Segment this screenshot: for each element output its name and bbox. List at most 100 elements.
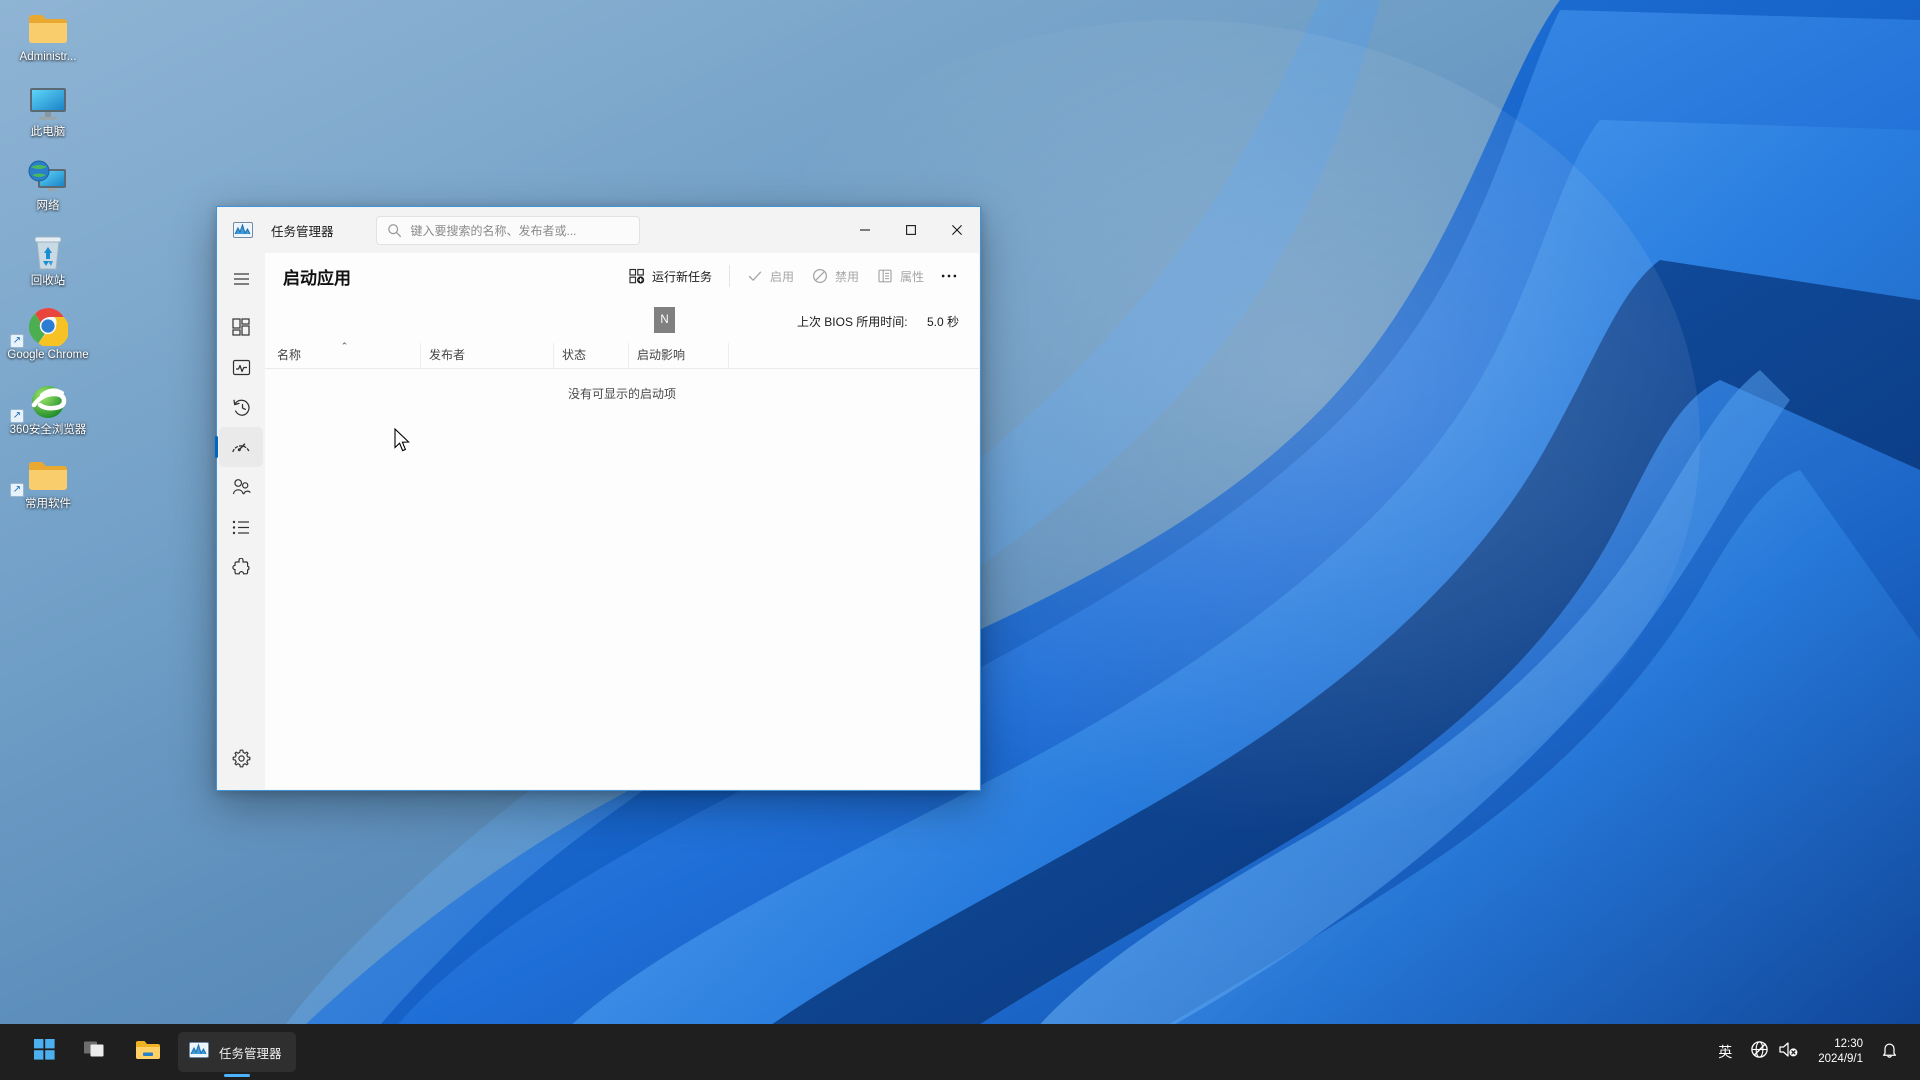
page-toolbar: 启动应用 运行新任务 启用 禁用 属性 bbox=[265, 253, 979, 299]
sidebar-item-app-history[interactable] bbox=[219, 387, 263, 427]
window-titlebar[interactable]: 任务管理器 键入要搜索的名称、发布者或... bbox=[217, 207, 980, 253]
processes-grid-icon bbox=[232, 318, 250, 336]
desktop-icon-label: 此电脑 bbox=[30, 125, 66, 138]
search-placeholder: 键入要搜索的名称、发布者或... bbox=[410, 223, 577, 238]
table-empty-state: 没有可显示的启动项 bbox=[265, 369, 979, 789]
search-input[interactable]: 键入要搜索的名称、发布者或... bbox=[375, 215, 640, 245]
column-header-name[interactable]: ⌃ 名称 bbox=[269, 341, 421, 368]
column-header-label: 发布者 bbox=[429, 348, 466, 362]
startup-apps-gauge-icon bbox=[231, 439, 251, 455]
column-header-label: 启动影响 bbox=[637, 348, 686, 362]
hamburger-menu-icon bbox=[233, 272, 250, 286]
empty-state-message: 没有可显示的启动项 bbox=[567, 387, 676, 401]
maximize-button[interactable] bbox=[888, 207, 934, 253]
volume-muted-icon bbox=[1778, 1040, 1799, 1064]
mouse-cursor bbox=[394, 427, 414, 456]
desktop-icon-network[interactable]: 网络 bbox=[0, 149, 96, 218]
desktop-icon-recycle-bin[interactable]: 回收站 bbox=[0, 224, 96, 293]
desktop-icon-administrator[interactable]: Administr... bbox=[0, 0, 96, 69]
desktop-icon-label: 常用软件 bbox=[25, 498, 71, 510]
users-icon bbox=[232, 478, 251, 496]
new-task-icon bbox=[629, 268, 645, 284]
window-controls bbox=[842, 207, 980, 253]
folder-icon bbox=[135, 1039, 161, 1066]
content-pane: 启动应用 运行新任务 启用 禁用 属性 N 上次 BIOS 所用时间: 5.0 … bbox=[265, 253, 979, 789]
window-title: 任务管理器 bbox=[271, 224, 334, 239]
tray-ime-indicator[interactable]: 英 bbox=[1708, 1032, 1742, 1072]
disable-button[interactable]: 禁用 bbox=[803, 261, 868, 291]
desktop-icon-label: Google Chrome bbox=[7, 349, 89, 361]
sort-ascending-icon: ⌃ bbox=[340, 341, 349, 351]
desktop-icon-google-chrome[interactable]: ↗ Google Chrome bbox=[0, 298, 96, 367]
tray-clock[interactable]: 12:30 2024/9/1 bbox=[1807, 1030, 1874, 1074]
windows-logo-icon bbox=[33, 1039, 55, 1065]
network-offline-icon bbox=[1750, 1040, 1769, 1064]
file-explorer-button[interactable] bbox=[126, 1032, 170, 1072]
sidebar-item-processes[interactable] bbox=[219, 307, 263, 347]
enable-label: 启用 bbox=[769, 269, 794, 284]
desktop-icon-grid: Administr... 此电脑 网络 回收站 ↗ Google Chrome … bbox=[0, 0, 100, 522]
more-options-button[interactable] bbox=[933, 261, 965, 291]
column-header-label: 状态 bbox=[562, 348, 587, 362]
recycle-bin-icon bbox=[0, 229, 96, 275]
bios-time-label: 上次 BIOS 所用时间: bbox=[796, 314, 908, 329]
column-header-startup-impact[interactable]: 启动影响 bbox=[629, 343, 729, 368]
properties-label: 属性 bbox=[899, 269, 924, 284]
tray-status-icons[interactable] bbox=[1742, 1032, 1807, 1072]
shortcut-overlay-icon: ↗ bbox=[10, 334, 24, 348]
bios-time-text: 上次 BIOS 所用时间: 5.0 秒 bbox=[797, 313, 959, 330]
toolbar-divider bbox=[728, 265, 730, 287]
chrome-icon: ↗ bbox=[0, 303, 96, 349]
prohibited-icon bbox=[812, 268, 828, 284]
task-view-button[interactable] bbox=[74, 1032, 118, 1072]
sidebar-item-settings[interactable] bbox=[219, 738, 263, 778]
task-manager-icon bbox=[188, 1040, 210, 1065]
desktop-icon-label: Administr... bbox=[19, 51, 77, 63]
desktop-icon-360-browser[interactable]: ↗ 360安全浏览器 bbox=[0, 373, 96, 442]
app-history-clock-icon bbox=[232, 398, 251, 417]
sidebar-item-startup-apps[interactable] bbox=[215, 427, 263, 467]
sidebar-nav bbox=[215, 253, 265, 790]
desktop-icon-common-software[interactable]: ↗ 常用软件 bbox=[0, 447, 96, 516]
system-tray: 英 12:30 2024/9/1 bbox=[1708, 1024, 1920, 1080]
sidebar-item-menu[interactable] bbox=[219, 259, 263, 299]
start-button[interactable] bbox=[22, 1032, 66, 1072]
folder-icon: ↗ bbox=[0, 452, 96, 498]
sidebar-item-services[interactable] bbox=[219, 547, 263, 587]
enable-button[interactable]: 启用 bbox=[738, 261, 803, 291]
column-header-publisher[interactable]: 发布者 bbox=[421, 343, 554, 368]
taskbar: 任务管理器 英 12:30 2024/9/1 bbox=[0, 1024, 1920, 1080]
gear-icon bbox=[232, 749, 251, 768]
minimize-button[interactable] bbox=[842, 207, 888, 253]
properties-button[interactable]: 属性 bbox=[868, 261, 933, 291]
performance-pulse-icon bbox=[232, 358, 251, 377]
column-header-status[interactable]: 状态 bbox=[554, 343, 629, 368]
shortcut-overlay-icon: ↗ bbox=[10, 483, 24, 497]
disable-label: 禁用 bbox=[834, 269, 859, 284]
tray-time: 12:30 bbox=[1834, 1038, 1863, 1050]
sidebar-item-performance[interactable] bbox=[219, 347, 263, 387]
desktop-icon-this-pc[interactable]: 此电脑 bbox=[0, 75, 96, 144]
sidebar-item-details[interactable] bbox=[219, 507, 263, 547]
desktop-icon-label: 网络 bbox=[36, 200, 60, 212]
properties-icon bbox=[877, 268, 893, 284]
taskbar-item-task-manager[interactable]: 任务管理器 bbox=[178, 1032, 296, 1072]
sidebar-item-users[interactable] bbox=[219, 467, 263, 507]
taskbar-pinned-items: 任务管理器 bbox=[0, 1024, 304, 1080]
close-button[interactable] bbox=[934, 207, 980, 253]
column-header-blank[interactable] bbox=[729, 343, 879, 368]
more-options-icon bbox=[941, 268, 957, 284]
task-view-icon bbox=[84, 1039, 108, 1065]
table-header-row: ⌃ 名称 发布者 状态 启动影响 bbox=[265, 341, 979, 369]
tray-date: 2024/9/1 bbox=[1818, 1053, 1863, 1065]
page-title: 启动应用 bbox=[283, 268, 351, 288]
taskbar-item-label: 任务管理器 bbox=[219, 1046, 282, 1061]
notification-center-button[interactable] bbox=[1874, 1032, 1904, 1072]
ie-360-browser-icon: ↗ bbox=[0, 378, 96, 424]
toolbar-actions: 运行新任务 启用 禁用 属性 bbox=[620, 261, 965, 291]
run-new-task-button[interactable]: 运行新任务 bbox=[620, 261, 721, 291]
run-new-task-label: 运行新任务 bbox=[651, 269, 712, 284]
services-puzzle-icon bbox=[231, 557, 251, 577]
ime-status-badge: N bbox=[654, 307, 675, 333]
bios-time-value: 5.0 秒 bbox=[926, 314, 959, 329]
